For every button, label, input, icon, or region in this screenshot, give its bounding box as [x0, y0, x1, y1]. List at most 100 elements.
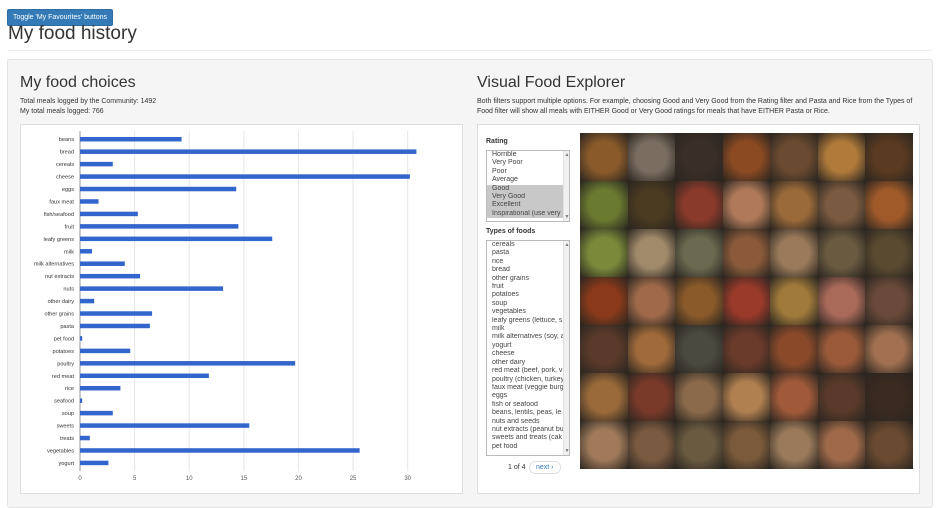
food-photo[interactable]: [580, 277, 628, 325]
bar[interactable]: [80, 448, 360, 453]
bar[interactable]: [80, 410, 113, 416]
select-option[interactable]: milk: [487, 325, 569, 333]
food-photo[interactable]: [627, 181, 676, 229]
select-option[interactable]: red meat (beef, pork, v: [487, 367, 569, 375]
select-option[interactable]: pasta: [487, 249, 569, 257]
food-photo[interactable]: [865, 133, 913, 181]
food-photo[interactable]: [770, 133, 818, 181]
select-option[interactable]: fish or seafood: [487, 401, 569, 409]
food-photo[interactable]: [627, 373, 676, 421]
select-option[interactable]: pet food: [487, 443, 569, 451]
scrollbar[interactable]: ▲ ▼: [563, 151, 569, 221]
bar[interactable]: [80, 385, 121, 391]
bar[interactable]: [80, 136, 182, 142]
select-option[interactable]: Very Good: [487, 193, 569, 202]
bar[interactable]: [80, 435, 90, 441]
food-photo[interactable]: [770, 325, 818, 373]
bar[interactable]: [80, 211, 138, 217]
food-photo[interactable]: [817, 325, 866, 373]
bar[interactable]: [80, 186, 237, 192]
bar[interactable]: [80, 161, 113, 167]
scroll-up-icon[interactable]: ▲: [564, 241, 569, 249]
food-photo[interactable]: [675, 277, 723, 325]
food-photo[interactable]: [817, 181, 866, 229]
select-option[interactable]: Very Poor: [487, 159, 569, 167]
bar[interactable]: [80, 323, 150, 329]
food-photo[interactable]: [675, 229, 723, 277]
food-photo[interactable]: [722, 229, 771, 277]
scroll-down-icon[interactable]: ▼: [564, 213, 569, 221]
bar[interactable]: [80, 174, 410, 179]
bar[interactable]: [80, 224, 239, 229]
bar[interactable]: [80, 423, 250, 428]
food-photo[interactable]: [770, 181, 818, 229]
food-photo[interactable]: [580, 325, 628, 373]
select-option[interactable]: nuts and seeds: [487, 418, 569, 426]
select-option[interactable]: Good: [487, 184, 569, 194]
bar[interactable]: [80, 373, 209, 379]
food-photo[interactable]: [817, 229, 866, 277]
rating-filter-select[interactable]: Horrible Very Poor Poor Average Good Very Goo…: [486, 150, 570, 222]
food-photo[interactable]: [722, 181, 771, 229]
food-photo[interactable]: [817, 277, 866, 325]
food-photo[interactable]: [865, 229, 913, 277]
select-option[interactable]: poultry (chicken, turkey: [487, 376, 569, 384]
food-photo[interactable]: [580, 181, 628, 229]
food-photo[interactable]: [865, 325, 913, 373]
select-option[interactable]: Average: [487, 176, 569, 184]
food-photo[interactable]: [722, 133, 771, 181]
bar[interactable]: [80, 460, 109, 466]
scrollbar[interactable]: ▲ ▼: [563, 241, 569, 455]
food-photo[interactable]: [627, 133, 676, 181]
food-photo[interactable]: [627, 421, 676, 469]
select-option[interactable]: Horrible: [487, 151, 569, 159]
food-photo[interactable]: [865, 277, 913, 325]
bar[interactable]: [80, 273, 141, 279]
scroll-down-icon[interactable]: ▼: [564, 447, 569, 455]
food-photo[interactable]: [675, 325, 723, 373]
select-option[interactable]: other dairy: [487, 359, 569, 367]
food-photo[interactable]: [722, 325, 771, 373]
bar[interactable]: [80, 298, 95, 304]
food-photo[interactable]: [675, 421, 723, 469]
food-photo[interactable]: [675, 181, 723, 229]
select-option[interactable]: faux meat (veggie burg: [487, 384, 569, 392]
food-photo[interactable]: [627, 325, 676, 373]
food-photo[interactable]: [675, 133, 723, 181]
select-option[interactable]: other grains: [487, 275, 569, 283]
select-option[interactable]: potatoes: [487, 291, 569, 299]
select-option[interactable]: nut extracts (peanut bu: [487, 426, 569, 434]
select-option[interactable]: vegetables: [487, 308, 569, 316]
bar[interactable]: [80, 199, 99, 204]
bar[interactable]: [80, 286, 224, 291]
food-photo[interactable]: [627, 277, 676, 325]
bar[interactable]: [80, 249, 93, 254]
bar[interactable]: [80, 311, 153, 316]
select-option[interactable]: Inspirational (use very: [487, 209, 569, 219]
select-option[interactable]: beans, lentils, peas, le: [487, 409, 569, 417]
bar[interactable]: [80, 149, 417, 154]
bar[interactable]: [80, 348, 131, 354]
food-photo[interactable]: [580, 373, 628, 421]
food-photo[interactable]: [627, 229, 676, 277]
select-option[interactable]: fruit: [487, 283, 569, 291]
next-page-button[interactable]: next ›: [529, 461, 561, 474]
select-option[interactable]: cereals: [487, 241, 569, 249]
select-option[interactable]: rice: [487, 258, 569, 266]
select-option[interactable]: eggs: [487, 392, 569, 400]
food-photo[interactable]: [580, 229, 628, 277]
types-of-foods-select[interactable]: cereals pasta rice bread other grains fruit po…: [486, 240, 570, 456]
food-photo[interactable]: [770, 229, 818, 277]
food-photo[interactable]: [770, 373, 818, 421]
select-option[interactable]: Excellent: [487, 201, 569, 210]
bar[interactable]: [80, 236, 273, 242]
food-photo[interactable]: [675, 373, 723, 421]
food-photo[interactable]: [817, 421, 866, 469]
select-option[interactable]: sweets and treats (cak: [487, 434, 569, 442]
food-photo[interactable]: [865, 181, 913, 229]
bar[interactable]: [80, 261, 125, 266]
select-option[interactable]: leafy greens (lettuce, s: [487, 317, 569, 325]
food-photo[interactable]: [817, 373, 866, 421]
food-photo[interactable]: [580, 133, 628, 181]
food-photo[interactable]: [722, 373, 771, 421]
